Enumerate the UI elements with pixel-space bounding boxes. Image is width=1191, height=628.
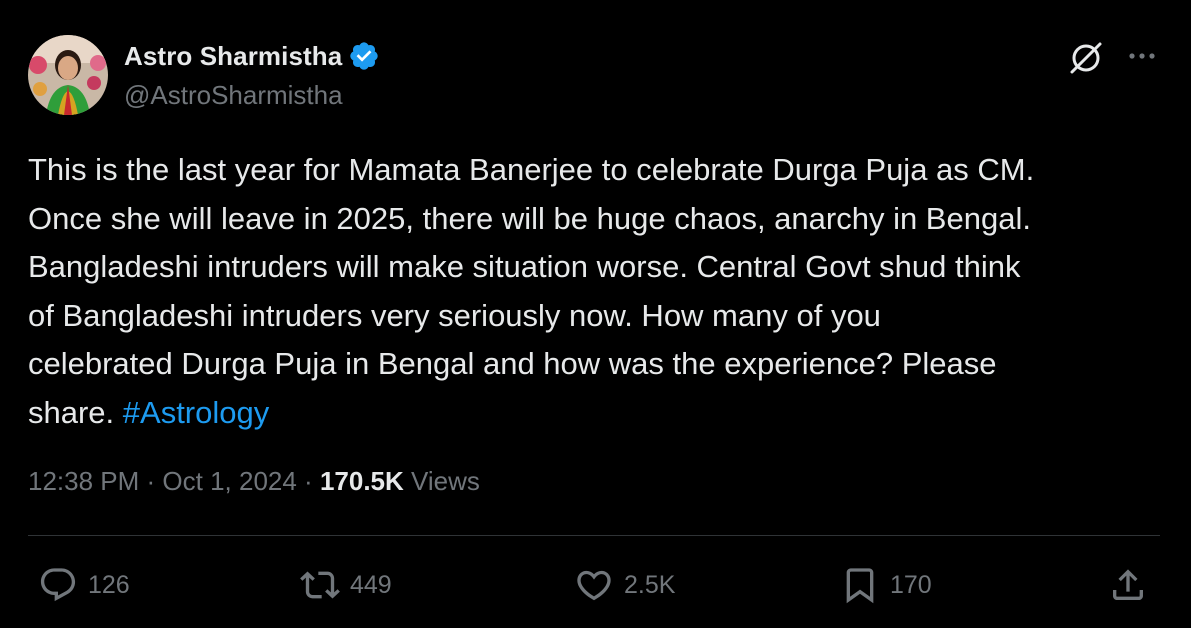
author-handle[interactable]: @AstroSharmistha	[124, 80, 343, 111]
reply-icon	[40, 568, 76, 602]
bookmark-icon	[846, 568, 874, 604]
tweet-body: This is the last year for Mamata Banerje…	[28, 152, 1035, 430]
repost-count: 449	[350, 570, 392, 599]
grok-icon[interactable]	[1066, 38, 1106, 78]
repost-button[interactable]: 449	[300, 560, 392, 610]
tweet-meta: 12:38 PM · Oct 1, 2024 · 170.5K Views	[28, 466, 480, 497]
meta-separator: ·	[296, 466, 320, 496]
avatar-image	[28, 35, 108, 115]
views-label: Views	[403, 466, 480, 496]
hashtag-link[interactable]: #Astrology	[123, 395, 269, 430]
author-name-row[interactable]: Astro Sharmistha	[124, 40, 380, 72]
views-count: 170.5K	[319, 466, 404, 496]
share-icon	[1113, 569, 1143, 600]
reply-count: 126	[88, 570, 130, 599]
tweet-time[interactable]: 12:38 PM	[28, 466, 139, 497]
more-icon[interactable]	[1124, 44, 1160, 68]
heart-icon	[577, 570, 611, 601]
like-button[interactable]: 2.5K	[574, 560, 675, 610]
author-display-name[interactable]: Astro Sharmistha	[124, 41, 342, 72]
tweet-date[interactable]: Oct 1, 2024	[162, 466, 296, 497]
tweet-text: This is the last year for Mamata Banerje…	[28, 146, 1168, 437]
verified-badge-icon	[350, 42, 378, 70]
reply-button[interactable]: 126	[38, 560, 130, 610]
avatar[interactable]	[28, 35, 108, 115]
bookmark-count: 170	[890, 570, 932, 599]
divider	[28, 535, 1160, 536]
share-button[interactable]	[1108, 560, 1148, 610]
bookmark-button[interactable]: 170	[840, 560, 932, 610]
repost-icon	[300, 571, 340, 599]
like-count: 2.5K	[624, 570, 676, 599]
meta-separator: ·	[139, 466, 163, 496]
